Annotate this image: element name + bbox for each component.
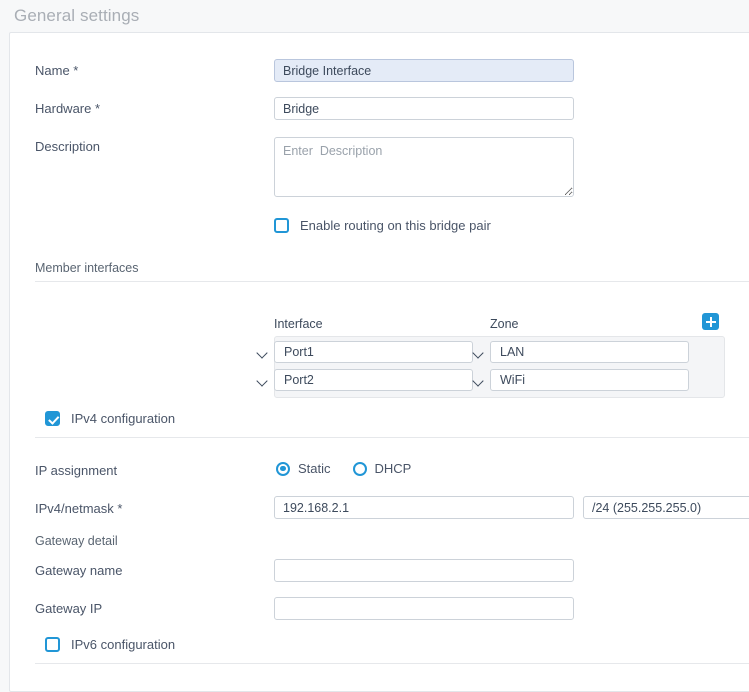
radio-static-label: Static [298, 461, 331, 476]
member-interfaces-section-title: Member interfaces [35, 261, 139, 275]
page-title: General settings [0, 0, 749, 32]
gateway-name-input[interactable] [274, 559, 574, 582]
add-member-interface-button[interactable] [702, 313, 719, 330]
ipv6-configuration-checkbox-row[interactable]: IPv6 configuration [45, 637, 175, 652]
ipv6-divider [35, 663, 749, 664]
interface-column-header: Interface [274, 317, 323, 331]
checkbox-icon[interactable] [45, 637, 60, 652]
description-label: Description [35, 139, 100, 154]
radio-icon[interactable] [353, 462, 367, 476]
zone-select-row-1[interactable]: LAN [490, 341, 689, 363]
name-input[interactable] [274, 59, 574, 82]
hardware-label: Hardware * [35, 101, 100, 116]
interface-select-row-1[interactable]: Port1 [274, 341, 473, 363]
member-interfaces-divider [35, 281, 749, 282]
chevron-down-icon [256, 375, 267, 386]
ipv6-configuration-label: IPv6 configuration [71, 637, 175, 652]
ipv4-address-input[interactable] [274, 496, 574, 519]
hardware-input[interactable] [274, 97, 574, 120]
gateway-name-label: Gateway name [35, 563, 122, 578]
radio-dhcp[interactable]: DHCP [353, 461, 412, 476]
radio-static[interactable]: Static [276, 461, 331, 476]
gateway-ip-input[interactable] [274, 597, 574, 620]
netmask-input[interactable] [583, 496, 749, 519]
ipv4-netmask-label: IPv4/netmask * [35, 501, 122, 516]
ipv4-configuration-checkbox-row[interactable]: IPv4 configuration [45, 411, 175, 426]
ip-assignment-radio-group[interactable]: Static DHCP [276, 461, 433, 476]
enable-routing-checkbox-row[interactable]: Enable routing on this bridge pair [274, 218, 491, 233]
zone-select-row-2[interactable]: WiFi [490, 369, 689, 391]
name-label: Name * [35, 63, 78, 78]
gateway-ip-label: Gateway IP [35, 601, 102, 616]
chevron-down-icon [256, 347, 267, 358]
ipv4-configuration-label: IPv4 configuration [71, 411, 175, 426]
interface-select-row-2[interactable]: Port2 [274, 369, 473, 391]
ip-assignment-label: IP assignment [35, 463, 117, 478]
checkbox-icon[interactable] [45, 411, 60, 426]
gateway-detail-section-title: Gateway detail [35, 534, 118, 548]
enable-routing-label: Enable routing on this bridge pair [300, 218, 491, 233]
checkbox-icon[interactable] [274, 218, 289, 233]
zone-column-header: Zone [490, 317, 519, 331]
ipv4-divider [35, 437, 749, 438]
radio-icon[interactable] [276, 462, 290, 476]
description-textarea[interactable] [274, 137, 574, 197]
general-settings-card: Name * Hardware * Description Enable rou… [9, 32, 749, 692]
radio-dhcp-label: DHCP [375, 461, 412, 476]
